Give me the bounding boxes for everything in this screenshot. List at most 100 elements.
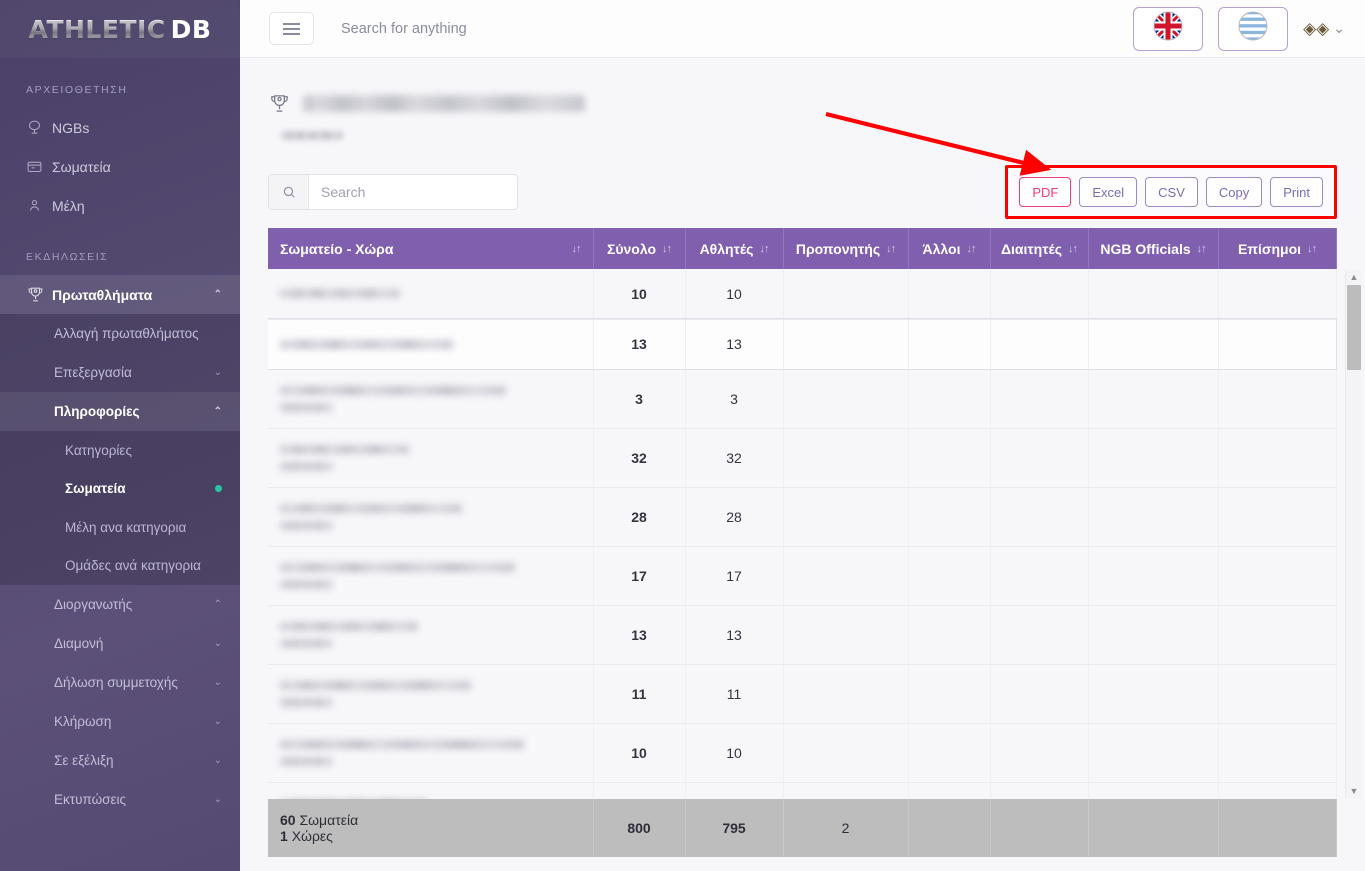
cell-official xyxy=(1218,369,1337,429)
export-copy-button[interactable]: Copy xyxy=(1205,177,1263,207)
cell-official xyxy=(1218,723,1337,783)
summary-countries-label: Χώρες xyxy=(291,828,333,844)
global-search-input[interactable] xyxy=(341,20,681,37)
redacted-club-name xyxy=(280,339,453,349)
sidebar-toggle-button[interactable] xyxy=(269,12,314,45)
person-pin-icon xyxy=(26,197,52,214)
col-label: Σωματείο - Χώρα xyxy=(280,240,394,257)
table-vertical-scrollbar[interactable]: ▲ ▼ xyxy=(1345,269,1361,799)
sort-icon[interactable]: ↓↑ xyxy=(886,243,896,255)
summary-referee xyxy=(990,799,1089,857)
chevron-up-icon: ⌃ xyxy=(213,599,222,610)
cell-referee xyxy=(990,723,1089,783)
sidebar-subitem-diorganotis[interactable]: Διοργανωτής ⌃ xyxy=(0,585,240,624)
sidebar-subitem-label: Πληροφορίες xyxy=(54,404,140,419)
table-row[interactable]: 17 17 xyxy=(268,546,1337,606)
export-csv-button[interactable]: CSV xyxy=(1145,177,1198,207)
sidebar-subitem-se-exelixi[interactable]: Σε εξέλιξη ⌄ xyxy=(0,741,240,780)
export-excel-button[interactable]: Excel xyxy=(1079,177,1138,207)
cell-total: 10 xyxy=(593,723,686,783)
table-foot: 60 Σωματεία 1 Χώρες 800 795 2 xyxy=(268,799,1337,857)
table-search-input[interactable] xyxy=(309,175,517,209)
cell-ngb xyxy=(1088,319,1219,370)
export-print-button[interactable]: Print xyxy=(1270,177,1323,207)
table-row[interactable]: 13 13 xyxy=(268,605,1337,665)
table-row[interactable]: 33 xyxy=(268,369,1337,429)
trophy-icon xyxy=(26,285,52,304)
sidebar-item-ngbs[interactable]: NGBs xyxy=(0,108,240,147)
logo-text-primary: ATHLETIC xyxy=(28,14,166,44)
sort-icon[interactable]: ↓↑ xyxy=(966,243,976,255)
col-referees[interactable]: Διαιτητές ↓↑ xyxy=(990,228,1089,269)
col-athletes[interactable]: Αθλητές ↓↑ xyxy=(685,228,784,269)
sidebar-subitem-somateia-active[interactable]: Σωματεία xyxy=(0,470,240,509)
sidebar-item-protathlimata[interactable]: Πρωταθλήματα ⌃ xyxy=(0,275,240,314)
table-row[interactable]: 55 xyxy=(268,782,1337,799)
sort-icon[interactable]: ↓↑ xyxy=(1197,243,1207,255)
redacted-club-name xyxy=(280,289,400,299)
summary-other xyxy=(908,799,991,857)
language-button-en[interactable] xyxy=(1133,6,1204,51)
table-row[interactable]: 32 32 xyxy=(268,428,1337,488)
cell-athletes: 11 xyxy=(685,664,784,724)
sidebar-subitem-epexergasia[interactable]: Επεξεργασία ⌄ xyxy=(0,353,240,392)
sort-icon[interactable]: ↓↑ xyxy=(759,243,769,255)
sidebar-item-meli[interactable]: Μέλη xyxy=(0,186,240,225)
scrollbar-thumb[interactable] xyxy=(1347,285,1361,370)
sidebar-subitem-meli-ana-katigoria[interactable]: Μέλη ανα κατηγορια xyxy=(0,508,240,547)
app-logo[interactable]: ATHLETIC DB xyxy=(0,0,240,58)
sidebar-subitem-label: Σωματεία xyxy=(65,481,126,497)
table-row[interactable]: 28 28 xyxy=(268,487,1337,547)
sidebar-subitem-dilosi-symmetoxis[interactable]: Δήλωση συμμετοχής ⌄ xyxy=(0,663,240,702)
sidebar-subitem-klirosi[interactable]: Κλήρωση ⌄ xyxy=(0,702,240,741)
table-row[interactable]: 10 10 xyxy=(268,269,1337,320)
scroll-down-arrow-icon[interactable]: ▼ xyxy=(1346,783,1362,799)
cell-coach xyxy=(783,782,909,799)
redacted-country-name xyxy=(280,402,332,412)
sidebar-section-events: ΕΚΔΗΛΩΣΕΙΣ xyxy=(26,251,109,263)
col-club-country[interactable]: Σωματείο - Χώρα ↓↑ xyxy=(268,228,594,269)
export-pdf-button[interactable]: PDF xyxy=(1019,177,1072,207)
globe-icon xyxy=(26,119,52,136)
sidebar-subitem-diamoni[interactable]: Διαμονή ⌄ xyxy=(0,624,240,663)
col-others[interactable]: Άλλοι ↓↑ xyxy=(908,228,991,269)
table-row[interactable]: 13 13 xyxy=(268,318,1337,370)
sidebar-subitem-katigories[interactable]: Κατηγορίες xyxy=(0,431,240,470)
top-header: ◈◈ ⌄ xyxy=(240,0,1365,58)
cell-coach xyxy=(783,269,909,320)
sidebar-subitem-label: Κατηγορίες xyxy=(65,442,132,458)
sort-icon[interactable]: ↓↑ xyxy=(1068,243,1078,255)
redacted-club-name xyxy=(280,798,427,799)
cell-referee xyxy=(990,546,1089,606)
table-row[interactable]: 10 10 xyxy=(268,723,1337,783)
sidebar-subitem-label: Ομάδες ανά κατηγορια xyxy=(65,558,201,574)
sidebar-item-somateia[interactable]: Σωματεία xyxy=(0,147,240,186)
language-button-gr[interactable] xyxy=(1218,6,1289,51)
sidebar-subitem-change-championship[interactable]: Αλλαγή πρωταθλήματος xyxy=(0,314,240,353)
cell-referee xyxy=(990,782,1089,799)
sort-icon[interactable]: ↓↑ xyxy=(1307,243,1317,255)
search-icon xyxy=(269,175,309,209)
cell-athletes: 3 xyxy=(685,369,784,429)
cell-ngb xyxy=(1088,664,1219,724)
scroll-up-arrow-icon[interactable]: ▲ xyxy=(1346,269,1362,285)
col-officials[interactable]: Επίσημοι ↓↑ xyxy=(1218,228,1337,269)
table-row[interactable]: 11 11 xyxy=(268,664,1337,724)
col-ngb-officials[interactable]: NGB Officials ↓↑ xyxy=(1088,228,1219,269)
cell-official xyxy=(1218,269,1337,320)
sidebar-subitem-label: Διοργανωτής xyxy=(54,597,133,612)
sidebar-subitem-plirofories[interactable]: Πληροφορίες ⌃ xyxy=(0,392,240,431)
sidebar-subitem-ektyposeis[interactable]: Εκτυπώσεις ⌄ xyxy=(0,780,240,819)
table-body-scroll-area[interactable]: 101013133332322828171713131111101055 xyxy=(268,269,1337,799)
sort-icon[interactable]: ↓↑ xyxy=(662,243,672,255)
cell-ngb xyxy=(1088,546,1219,606)
sort-icon[interactable]: ↓↑ xyxy=(572,243,582,255)
col-total[interactable]: Σύνολο ↓↑ xyxy=(593,228,686,269)
chevron-down-icon: ⌄ xyxy=(1333,20,1345,36)
sidebar-subitem-omades-ana-katigoria[interactable]: Ομάδες ανά κατηγορια xyxy=(0,547,240,586)
summary-athletes: 795 xyxy=(685,799,784,857)
redacted-country-name xyxy=(280,697,332,707)
col-coach[interactable]: Προπονητής ↓↑ xyxy=(783,228,909,269)
user-menu[interactable]: ◈◈ ⌄ xyxy=(1303,19,1345,39)
cell-referee xyxy=(990,269,1089,320)
